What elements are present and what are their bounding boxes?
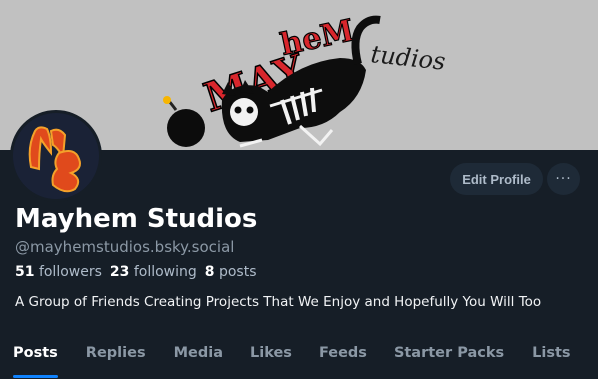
edit-profile-button[interactable]: Edit Profile — [450, 163, 543, 195]
tab-feeds[interactable]: Feeds — [319, 335, 367, 379]
ellipsis-icon: ··· — [555, 171, 572, 187]
posts-count: 8 — [204, 264, 215, 280]
more-options-button[interactable]: ··· — [547, 163, 580, 195]
following-label: following — [133, 264, 197, 280]
following-stat[interactable]: 23 following — [110, 264, 197, 280]
followers-stat[interactable]: 51 followers — [15, 264, 102, 280]
posts-stat: 8 posts — [205, 264, 257, 280]
mb-logo-icon — [13, 113, 99, 199]
tab-media[interactable]: Media — [174, 335, 223, 379]
tab-replies[interactable]: Replies — [86, 335, 146, 379]
tab-posts[interactable]: Posts — [13, 335, 58, 379]
svg-text:tudios: tudios — [369, 40, 446, 76]
svg-text:heM: heM — [277, 13, 357, 63]
profile-stats: 51 followers 23 following 8 posts — [15, 264, 257, 280]
followers-label: followers — [38, 264, 102, 280]
profile-tabs: Posts Replies Media Likes Feeds Starter … — [0, 335, 598, 379]
posts-label: posts — [218, 264, 257, 280]
tab-likes[interactable]: Likes — [250, 335, 292, 379]
tab-starter-packs[interactable]: Starter Packs — [394, 335, 504, 379]
followers-count: 51 — [15, 264, 35, 280]
profile-bio: A Group of Friends Creating Projects Tha… — [15, 294, 542, 310]
tab-lists[interactable]: Lists — [532, 335, 570, 379]
following-count: 23 — [109, 264, 130, 280]
profile-handle: @mayhemstudios.bsky.social — [15, 238, 235, 256]
profile-avatar[interactable] — [10, 110, 102, 202]
display-name: Mayhem Studios — [15, 204, 258, 234]
